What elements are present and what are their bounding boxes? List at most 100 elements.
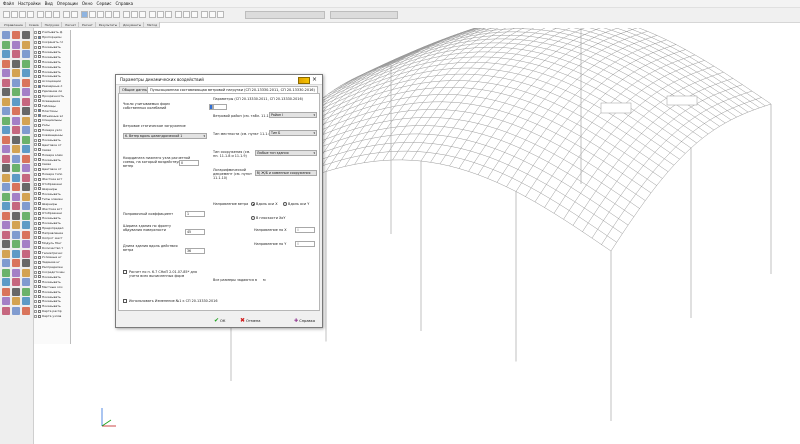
expand-icon[interactable] — [34, 207, 37, 210]
tool-icon[interactable] — [2, 135, 10, 144]
toolbar-field-1[interactable] — [245, 11, 325, 19]
layer-checkbox[interactable] — [38, 182, 41, 186]
expand-icon[interactable] — [34, 304, 37, 308]
grid-icon[interactable] — [123, 11, 130, 18]
ribbon-tab[interactable]: Результаты — [97, 22, 121, 27]
expand-icon[interactable] — [34, 114, 37, 118]
dir-y-radio[interactable] — [283, 202, 287, 206]
copy-icon[interactable] — [45, 11, 52, 18]
tool-icon[interactable] — [2, 183, 10, 191]
layer-checkbox[interactable] — [38, 280, 41, 284]
expand-icon[interactable] — [34, 255, 37, 259]
tab-pulsation[interactable]: Пульсационная составляющая ветровой нагр… — [147, 86, 318, 93]
tool-icon[interactable] — [2, 31, 10, 39]
dir-x-radio[interactable] — [251, 202, 255, 206]
layer-checkbox[interactable] — [38, 70, 41, 74]
expand-icon[interactable] — [34, 285, 37, 289]
layer-checkbox[interactable] — [38, 30, 41, 34]
expand-icon[interactable] — [34, 60, 37, 64]
tool-icon[interactable] — [2, 221, 10, 229]
static-load-select[interactable]: 6. Ветер вдоль цилиндрической 1 ▾ — [123, 133, 207, 139]
apply-icon[interactable] — [217, 11, 224, 18]
calc-icon[interactable] — [175, 11, 182, 18]
tool-icon[interactable] — [2, 40, 10, 49]
tool-icon[interactable] — [2, 78, 10, 87]
tool-icon[interactable] — [12, 240, 20, 248]
tool-icon[interactable] — [12, 78, 20, 87]
expand-icon[interactable] — [34, 148, 37, 152]
tool-icon[interactable] — [2, 211, 10, 220]
layer-checkbox[interactable] — [38, 133, 41, 137]
expand-icon[interactable] — [34, 70, 37, 74]
layer-checkbox[interactable] — [38, 109, 41, 113]
tool-icon[interactable] — [2, 306, 10, 315]
tool-icon[interactable] — [12, 88, 20, 96]
tool-icon[interactable] — [12, 59, 20, 68]
menu-settings[interactable]: Настройки — [18, 1, 41, 6]
expand-icon[interactable] — [34, 45, 37, 49]
expand-icon[interactable] — [34, 314, 37, 318]
ribbon-tab[interactable]: Управление — [2, 22, 26, 27]
cut-icon[interactable] — [37, 11, 44, 18]
ribbon-tab[interactable]: Расчет — [63, 22, 80, 27]
expand-icon[interactable] — [34, 246, 37, 250]
close-icon[interactable]: × — [312, 76, 317, 83]
tool-icon[interactable] — [2, 88, 10, 96]
expand-icon[interactable] — [34, 231, 37, 235]
tool-icon[interactable] — [22, 97, 30, 106]
tool-icon[interactable] — [12, 287, 20, 296]
layer-checkbox[interactable] — [38, 309, 41, 313]
tool-icon[interactable] — [12, 116, 20, 125]
layer-checkbox[interactable] — [38, 177, 41, 181]
expand-icon[interactable] — [34, 138, 37, 142]
tool-icon[interactable] — [22, 164, 30, 172]
new-icon[interactable] — [3, 11, 10, 18]
filter-icon[interactable] — [139, 11, 146, 18]
layer-checkbox[interactable] — [38, 35, 41, 39]
tool-icon[interactable] — [22, 230, 30, 239]
menu-operations[interactable]: Операции — [57, 1, 78, 6]
tool-icon[interactable] — [22, 88, 30, 96]
tool-icon[interactable] — [12, 192, 20, 201]
expand-icon[interactable] — [34, 236, 37, 240]
expand-icon[interactable] — [34, 153, 37, 157]
layer-checkbox[interactable] — [38, 251, 41, 255]
paste-icon[interactable] — [53, 11, 60, 18]
layer-checkbox[interactable] — [38, 260, 41, 264]
pan-icon[interactable] — [113, 11, 120, 18]
layer-checkbox[interactable] — [38, 50, 41, 54]
tool-icon[interactable] — [22, 221, 30, 229]
tool-icon[interactable] — [2, 240, 10, 248]
expand-icon[interactable] — [34, 211, 37, 215]
tool-icon[interactable] — [22, 278, 30, 286]
layer-checkbox[interactable] — [38, 118, 41, 122]
toolbar-field-2[interactable] — [330, 11, 398, 19]
layer-checkbox[interactable] — [38, 143, 41, 147]
expand-icon[interactable] — [34, 167, 37, 171]
tool-icon[interactable] — [22, 297, 30, 305]
layer-checkbox[interactable] — [38, 40, 41, 44]
tool-icon[interactable] — [12, 97, 20, 106]
tool-icon[interactable] — [2, 116, 10, 125]
tool-icon[interactable] — [2, 97, 10, 106]
expand-icon[interactable] — [34, 74, 37, 78]
tool-icon[interactable] — [12, 221, 20, 229]
expand-icon[interactable] — [34, 50, 37, 54]
expand-icon[interactable] — [34, 260, 37, 264]
expand-icon[interactable] — [34, 133, 37, 137]
amendment-checkbox[interactable] — [123, 299, 127, 303]
dir-plane-radio[interactable] — [251, 216, 255, 220]
tool-icon[interactable] — [22, 249, 30, 258]
layer-checkbox[interactable] — [38, 255, 41, 259]
width-input[interactable]: 45 — [185, 229, 205, 235]
layer-checkbox[interactable] — [38, 265, 41, 269]
expand-icon[interactable] — [34, 177, 37, 181]
layer-checkbox[interactable] — [38, 94, 41, 98]
layer-checkbox[interactable] — [38, 79, 41, 83]
layer-checkbox[interactable] — [38, 221, 41, 225]
terrain-select[interactable]: Тип Б ▾ — [269, 130, 317, 136]
layer-checkbox[interactable] — [38, 246, 41, 250]
layer-checkbox[interactable] — [38, 211, 41, 215]
tool-icon[interactable] — [12, 230, 20, 239]
layer-checkbox[interactable] — [38, 45, 41, 49]
